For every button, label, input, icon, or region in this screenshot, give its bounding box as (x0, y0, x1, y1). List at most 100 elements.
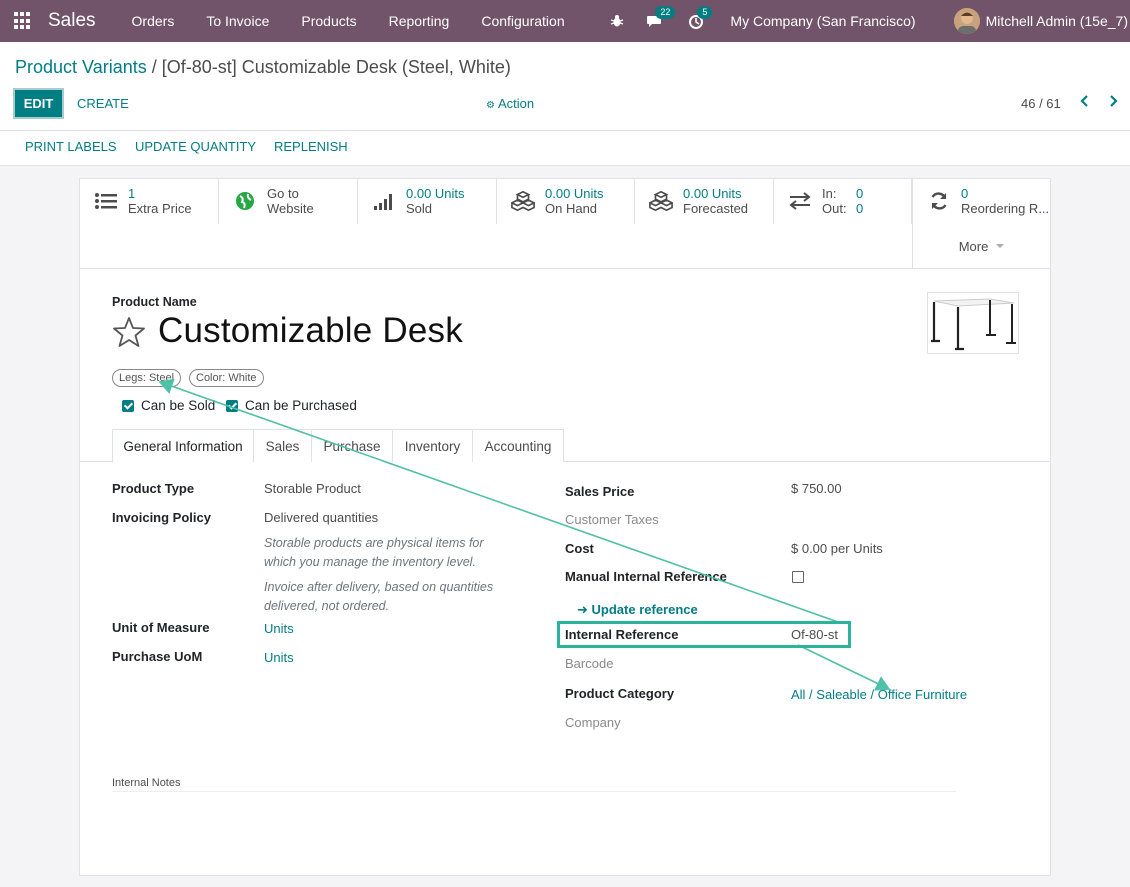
product-title[interactable]: Customizable Desk (158, 311, 463, 351)
menu-orders[interactable]: Orders (132, 13, 175, 29)
menu-to-invoice[interactable]: To Invoice (206, 13, 269, 29)
invoicing-policy-value[interactable]: Delivered quantities (264, 510, 378, 525)
top-navbar: Sales Orders To Invoice Products Reporti… (0, 0, 1130, 42)
activity-badge: 5 (697, 6, 713, 19)
internal-notes-field[interactable] (112, 791, 956, 792)
pager-next-icon[interactable] (1106, 92, 1120, 110)
sold-button[interactable]: 0.00 Units Sold (358, 179, 497, 224)
product-type-value[interactable]: Storable Product (264, 481, 361, 496)
purchase-uom-value[interactable]: Units (264, 650, 294, 665)
menu-products[interactable]: Products (301, 13, 356, 29)
can-be-purchased-checkbox[interactable]: Can be Purchased (226, 398, 357, 413)
chat-icon[interactable]: 22 (646, 6, 676, 28)
exchange-arrows-icon (788, 189, 812, 213)
can-be-sold-label: Can be Sold (141, 398, 216, 413)
tab-sales[interactable]: Sales (253, 429, 312, 462)
menu-reporting[interactable]: Reporting (389, 13, 450, 29)
tab-purchase[interactable]: Purchase (311, 429, 393, 462)
internal-notes-label: Internal Notes (112, 777, 181, 789)
sold-value: 0.00 Units (406, 186, 465, 201)
activity-clock-icon[interactable]: 5 (688, 6, 713, 29)
cost-label: Cost (565, 541, 594, 556)
arrow-right-icon: ➜ (577, 602, 588, 617)
product-name-label: Product Name (112, 295, 197, 309)
help-line: which you manage the inventory level. (264, 555, 476, 569)
go-to-website-button[interactable]: Go to Website (219, 179, 358, 224)
update-reference-label: Update reference (591, 602, 698, 617)
smart-button-box: 1 Extra Price Go to Website 0.00 Units Sold… (80, 179, 1050, 269)
print-labels-button[interactable]: PRINT LABELS (25, 139, 117, 154)
checkbox-checked-icon (122, 399, 134, 412)
extra-price-button[interactable]: 1 Extra Price (80, 179, 219, 224)
breadcrumb-current: [Of-80-st] Customizable Desk (Steel, Whi… (161, 57, 511, 77)
manual-internal-reference-checkbox[interactable] (792, 571, 804, 583)
update-reference-button[interactable]: ➜ Update reference (577, 602, 698, 618)
in-value: 0 (856, 186, 864, 201)
product-type-label: Product Type (112, 481, 195, 496)
sales-price-value[interactable]: $ 750.00 (791, 481, 842, 496)
tab-general-information[interactable]: General Information (112, 429, 254, 463)
pager-previous-icon[interactable] (1078, 92, 1092, 110)
control-panel: Product Variants / [Of-80-st] Customizab… (0, 42, 1130, 166)
more-label: More (958, 238, 989, 254)
product-image[interactable] (927, 292, 1019, 354)
reordering-rules-button[interactable]: 0 Reordering R... (912, 179, 1050, 224)
invoicing-policy-help: Invoice after delivery, based on quantit… (264, 578, 493, 616)
help-line: Storable products are physical items for (264, 536, 484, 550)
help-line: Invoice after delivery, based on quantit… (264, 580, 494, 594)
gear-icon: ⚙ (486, 100, 495, 111)
form-sheet: 1 Extra Price Go to Website 0.00 Units Sold… (79, 178, 1051, 876)
product-category-label: Product Category (565, 686, 675, 701)
in-out-button[interactable]: In: 0 Out: 0 (774, 179, 912, 224)
edit-button[interactable]: EDIT (13, 88, 64, 119)
company-switcher[interactable]: My Company (San Francisco) (730, 13, 915, 29)
action-menu[interactable]: ⚙ Action (486, 96, 534, 111)
breadcrumb-product-variants[interactable]: Product Variants (15, 57, 147, 77)
tab-inventory[interactable]: Inventory (392, 429, 473, 462)
can-be-sold-checkbox[interactable]: Can be Sold (122, 398, 215, 413)
in-label: In: (822, 186, 837, 201)
uom-label: Unit of Measure (112, 620, 210, 635)
update-quantity-button[interactable]: UPDATE QUANTITY (135, 139, 256, 154)
replenish-button[interactable]: REPLENISH (274, 139, 348, 154)
action-label: Action (497, 96, 535, 111)
sales-price-label: Sales Price (565, 484, 635, 499)
pager-value[interactable]: 46 / 61 (1021, 96, 1061, 111)
apps-menu-icon[interactable] (14, 12, 32, 30)
globe-icon (233, 189, 257, 213)
forecasted-button[interactable]: 0.00 Units Forecasted (635, 179, 774, 224)
extra-price-value: 1 (128, 186, 136, 201)
out-label: Out: (822, 201, 847, 216)
menu-configuration[interactable]: Configuration (481, 13, 564, 29)
website-line1: Go to (267, 186, 299, 201)
user-avatar[interactable] (953, 8, 980, 34)
cost-unit: per Units (830, 541, 883, 556)
manual-internal-reference-label: Manual Internal Reference (565, 569, 727, 584)
on-hand-button[interactable]: 0.00 Units On Hand (497, 179, 635, 224)
help-line: delivered, not ordered. (264, 599, 390, 613)
favorite-star-icon[interactable] (112, 315, 146, 349)
customer-taxes-label: Customer Taxes (565, 512, 659, 527)
caret-down-icon (996, 244, 1005, 248)
forecasted-label: Forecasted (683, 201, 749, 216)
chat-badge: 22 (655, 6, 676, 19)
breadcrumb: Product Variants / [Of-80-st] Customizab… (15, 57, 511, 78)
barcode-label: Barcode (565, 656, 614, 671)
tab-accounting[interactable]: Accounting (472, 429, 564, 462)
create-button[interactable]: CREATE (77, 96, 129, 111)
app-brand[interactable]: Sales (48, 10, 96, 32)
attribute-tag-legs[interactable]: Legs: Steel (112, 369, 182, 387)
uom-value[interactable]: Units (264, 621, 294, 636)
on-hand-label: On Hand (545, 201, 598, 216)
cubes-forecast-icon (649, 189, 673, 213)
product-category-value[interactable]: All / Saleable / Office Furniture (791, 687, 967, 702)
cost-amount: $ 0.00 (791, 541, 828, 556)
debug-bug-icon[interactable] (610, 14, 624, 28)
user-menu[interactable]: Mitchell Admin (15e_7) (986, 13, 1128, 29)
extra-price-label: Extra Price (128, 201, 192, 216)
reordering-label: Reordering R... (961, 201, 1050, 216)
sold-label: Sold (406, 201, 433, 216)
cost-value[interactable]: $ 0.00 per Units (791, 541, 883, 556)
attribute-tag-color[interactable]: Color: White (189, 369, 264, 387)
more-dropdown-button[interactable]: More (912, 224, 1050, 268)
